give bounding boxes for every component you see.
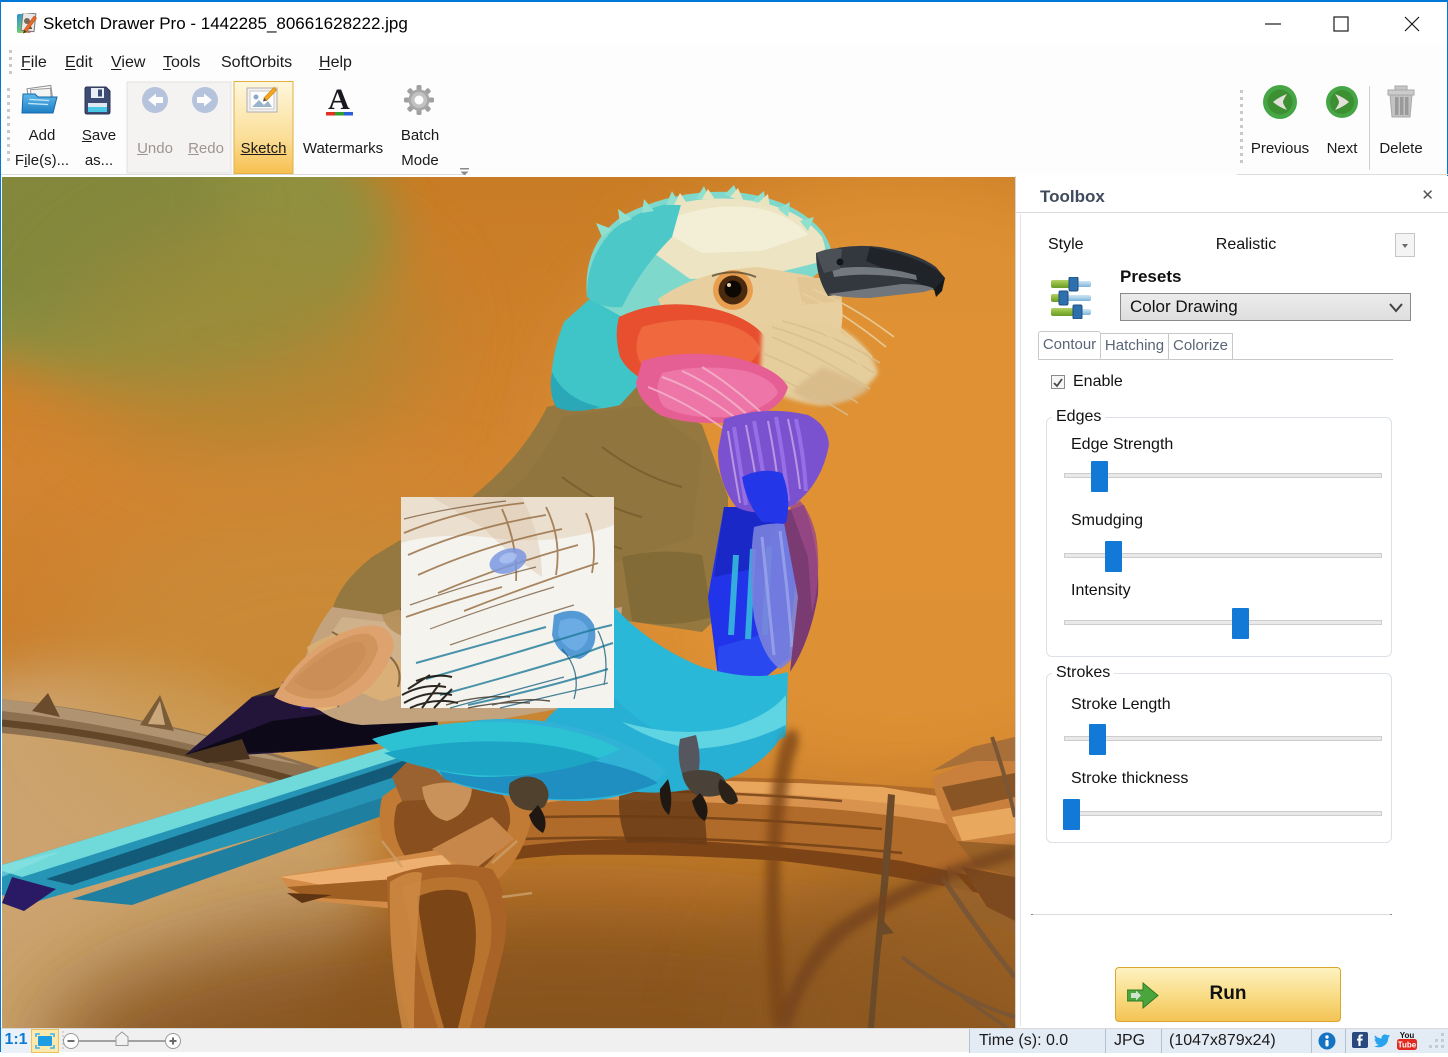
svg-text:A: A: [328, 83, 350, 116]
svg-text:You: You: [1400, 1031, 1415, 1040]
svg-text:Tube: Tube: [1398, 1041, 1417, 1050]
